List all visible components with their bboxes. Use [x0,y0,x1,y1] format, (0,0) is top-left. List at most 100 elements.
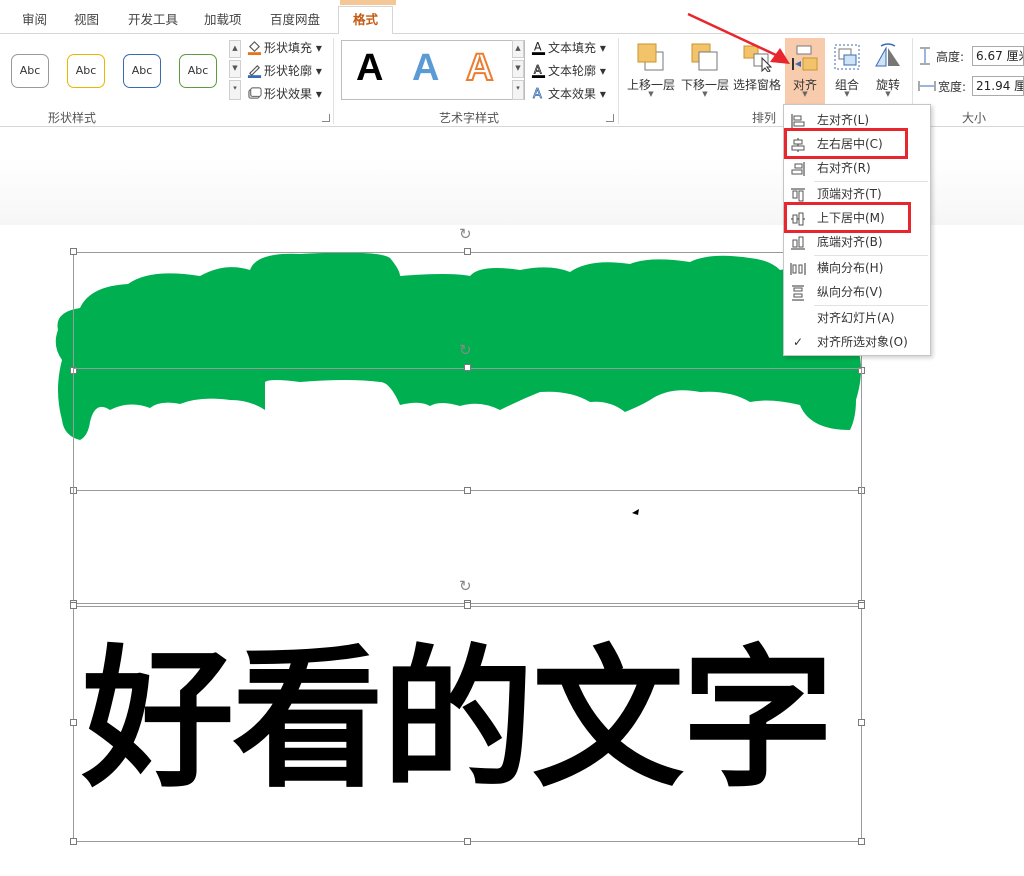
tab-view[interactable]: 视图 [74,10,99,32]
shape-effects-button[interactable]: 形状效果 ▾ [247,85,322,105]
gallery-scroll-down-button[interactable]: ▼ [512,60,524,78]
shape-style-sample[interactable]: Abc [11,54,49,88]
mouse-pointer-icon [632,509,639,515]
group-button[interactable]: 组合 ▼ [829,38,865,104]
resize-handle[interactable] [464,602,471,609]
menu-item-align-selected-objects[interactable]: ✓ 对齐所选对象(O) [784,331,930,354]
menu-item-label: 纵向分布(V) [817,285,883,299]
align-bottom-icon [791,236,805,250]
height-input[interactable]: 6.67 厘米 [972,46,1024,66]
menu-item-label: 横向分布(H) [817,261,884,275]
resize-handle[interactable] [70,838,77,845]
powerpoint-window: 审阅 视图 开发工具 加载项 百度网盘 格式 Abc Abc Abc Abc ▲… [0,0,1024,876]
text-fill-button[interactable]: A 文本填充 ▾ [531,39,606,59]
resize-handle[interactable] [464,248,471,255]
menu-item-label: 右对齐(R) [817,161,871,175]
chevron-down-icon: ▼ [648,90,654,98]
group-separator [333,38,334,124]
group-separator [618,38,619,124]
ribbon-tab-bar: 审阅 视图 开发工具 加载项 百度网盘 格式 [0,0,1024,35]
shape-effects-label: 形状效果 [264,87,313,101]
chevron-down-icon: ▼ [844,90,850,98]
tab-developer[interactable]: 开发工具 [128,10,178,32]
chevron-down-icon: ▼ [802,90,808,98]
width-input[interactable]: 21.94 厘米 [972,76,1024,96]
highlight-box-align-center [784,128,908,159]
selection-pane-label: 选择窗格 [732,78,781,92]
wordart-sample-blue[interactable]: A [412,47,439,90]
tab-addins[interactable]: 加载项 [204,10,242,32]
shape-styles-group-label: 形状样式 [48,111,97,125]
gallery-scroll-up-button[interactable]: ▲ [229,40,241,58]
shape-selection [73,368,862,604]
size-group-label: 大小 [962,111,987,125]
highlight-box-align-middle [784,202,911,233]
bring-forward-button[interactable]: 上移一层 ▼ [624,38,678,104]
arrange-group-label: 排列 [752,111,777,125]
resize-handle[interactable] [70,719,77,726]
wordart-styles-launcher-icon[interactable] [606,114,614,122]
gallery-more-button[interactable]: ▾ [512,80,524,100]
distribute-horizontal-icon [790,263,806,275]
resize-handle[interactable] [464,838,471,845]
gallery-more-button[interactable]: ▾ [229,80,241,100]
rotate-handle-icon[interactable]: ↻ [459,225,472,243]
chevron-down-icon: ▼ [702,90,708,98]
text-effects-button[interactable]: A 文本效果 ▾ [531,85,606,105]
height-label: 高度: [936,50,965,64]
tab-review[interactable]: 审阅 [22,10,47,32]
resize-handle[interactable] [70,248,77,255]
shape-fill-button[interactable]: 形状填充 ▾ [247,39,322,59]
menu-item-label: 底端对齐(B) [817,235,883,249]
resize-handle[interactable] [70,602,77,609]
text-fill-icon: A [531,40,546,55]
text-outline-label: 文本轮廓 [548,64,597,78]
rotate-button[interactable]: 旋转 ▼ [869,38,907,104]
text-outline-icon: A [531,63,546,78]
bring-forward-icon [637,43,664,71]
align-top-icon [791,188,805,202]
width-icon [918,81,936,91]
wordart-sample-orange-outline[interactable]: A [465,46,494,90]
resize-handle[interactable] [464,364,471,371]
text-outline-button[interactable]: A 文本轮廓 ▾ [531,62,606,82]
wordart-style-gallery: A A A [341,40,525,100]
resize-handle[interactable] [858,602,865,609]
tab-format[interactable]: 格式 [338,6,394,35]
rotate-icon [875,43,900,67]
resize-handle[interactable] [858,838,865,845]
svg-text:A: A [533,87,542,101]
shape-style-sample[interactable]: Abc [67,54,105,88]
menu-item-align-bottom[interactable]: 底端对齐(B) [784,231,930,254]
align-left-icon [791,114,805,128]
wordart-sample-black[interactable]: A [356,47,383,90]
menu-item-distribute-horizontal[interactable]: 横向分布(H) [784,257,930,280]
shape-outline-label: 形状轮廓 [264,64,313,78]
resize-handle[interactable] [858,719,865,726]
gallery-scroll-down-button[interactable]: ▼ [229,60,241,78]
shape-outline-button[interactable]: 形状轮廓 ▾ [247,62,322,82]
check-icon: ✓ [792,335,804,349]
menu-item-align-to-slide[interactable]: 对齐幻灯片(A) [784,307,930,330]
shape-styles-launcher-icon[interactable] [322,114,330,122]
height-icon [920,47,930,65]
rotate-handle-icon[interactable]: ↻ [459,341,472,359]
paint-bucket-icon [247,41,262,55]
shape-style-gallery: Abc Abc Abc Abc [0,40,240,100]
pen-icon [247,65,262,78]
text-effects-icon: A [533,87,543,101]
shape-style-sample[interactable]: Abc [123,54,161,88]
width-label: 宽度: [938,80,967,94]
shape-style-sample[interactable]: Abc [179,54,217,88]
rotate-handle-icon[interactable]: ↻ [459,577,472,595]
gallery-scroll-up-button[interactable]: ▲ [512,40,524,58]
slide-text-box[interactable]: 好看的文字 [82,620,852,820]
drawing-tools-context-header [340,0,396,5]
menu-item-distribute-vertical[interactable]: 纵向分布(V) [784,281,930,304]
text-fill-label: 文本填充 [548,41,597,55]
menu-item-align-right[interactable]: 右对齐(R) [784,157,930,180]
tab-baidu-netdisk[interactable]: 百度网盘 [270,10,320,32]
shape-effects-icon [248,87,262,99]
annotation-arrow-icon [687,12,790,64]
group-icon [834,44,860,70]
